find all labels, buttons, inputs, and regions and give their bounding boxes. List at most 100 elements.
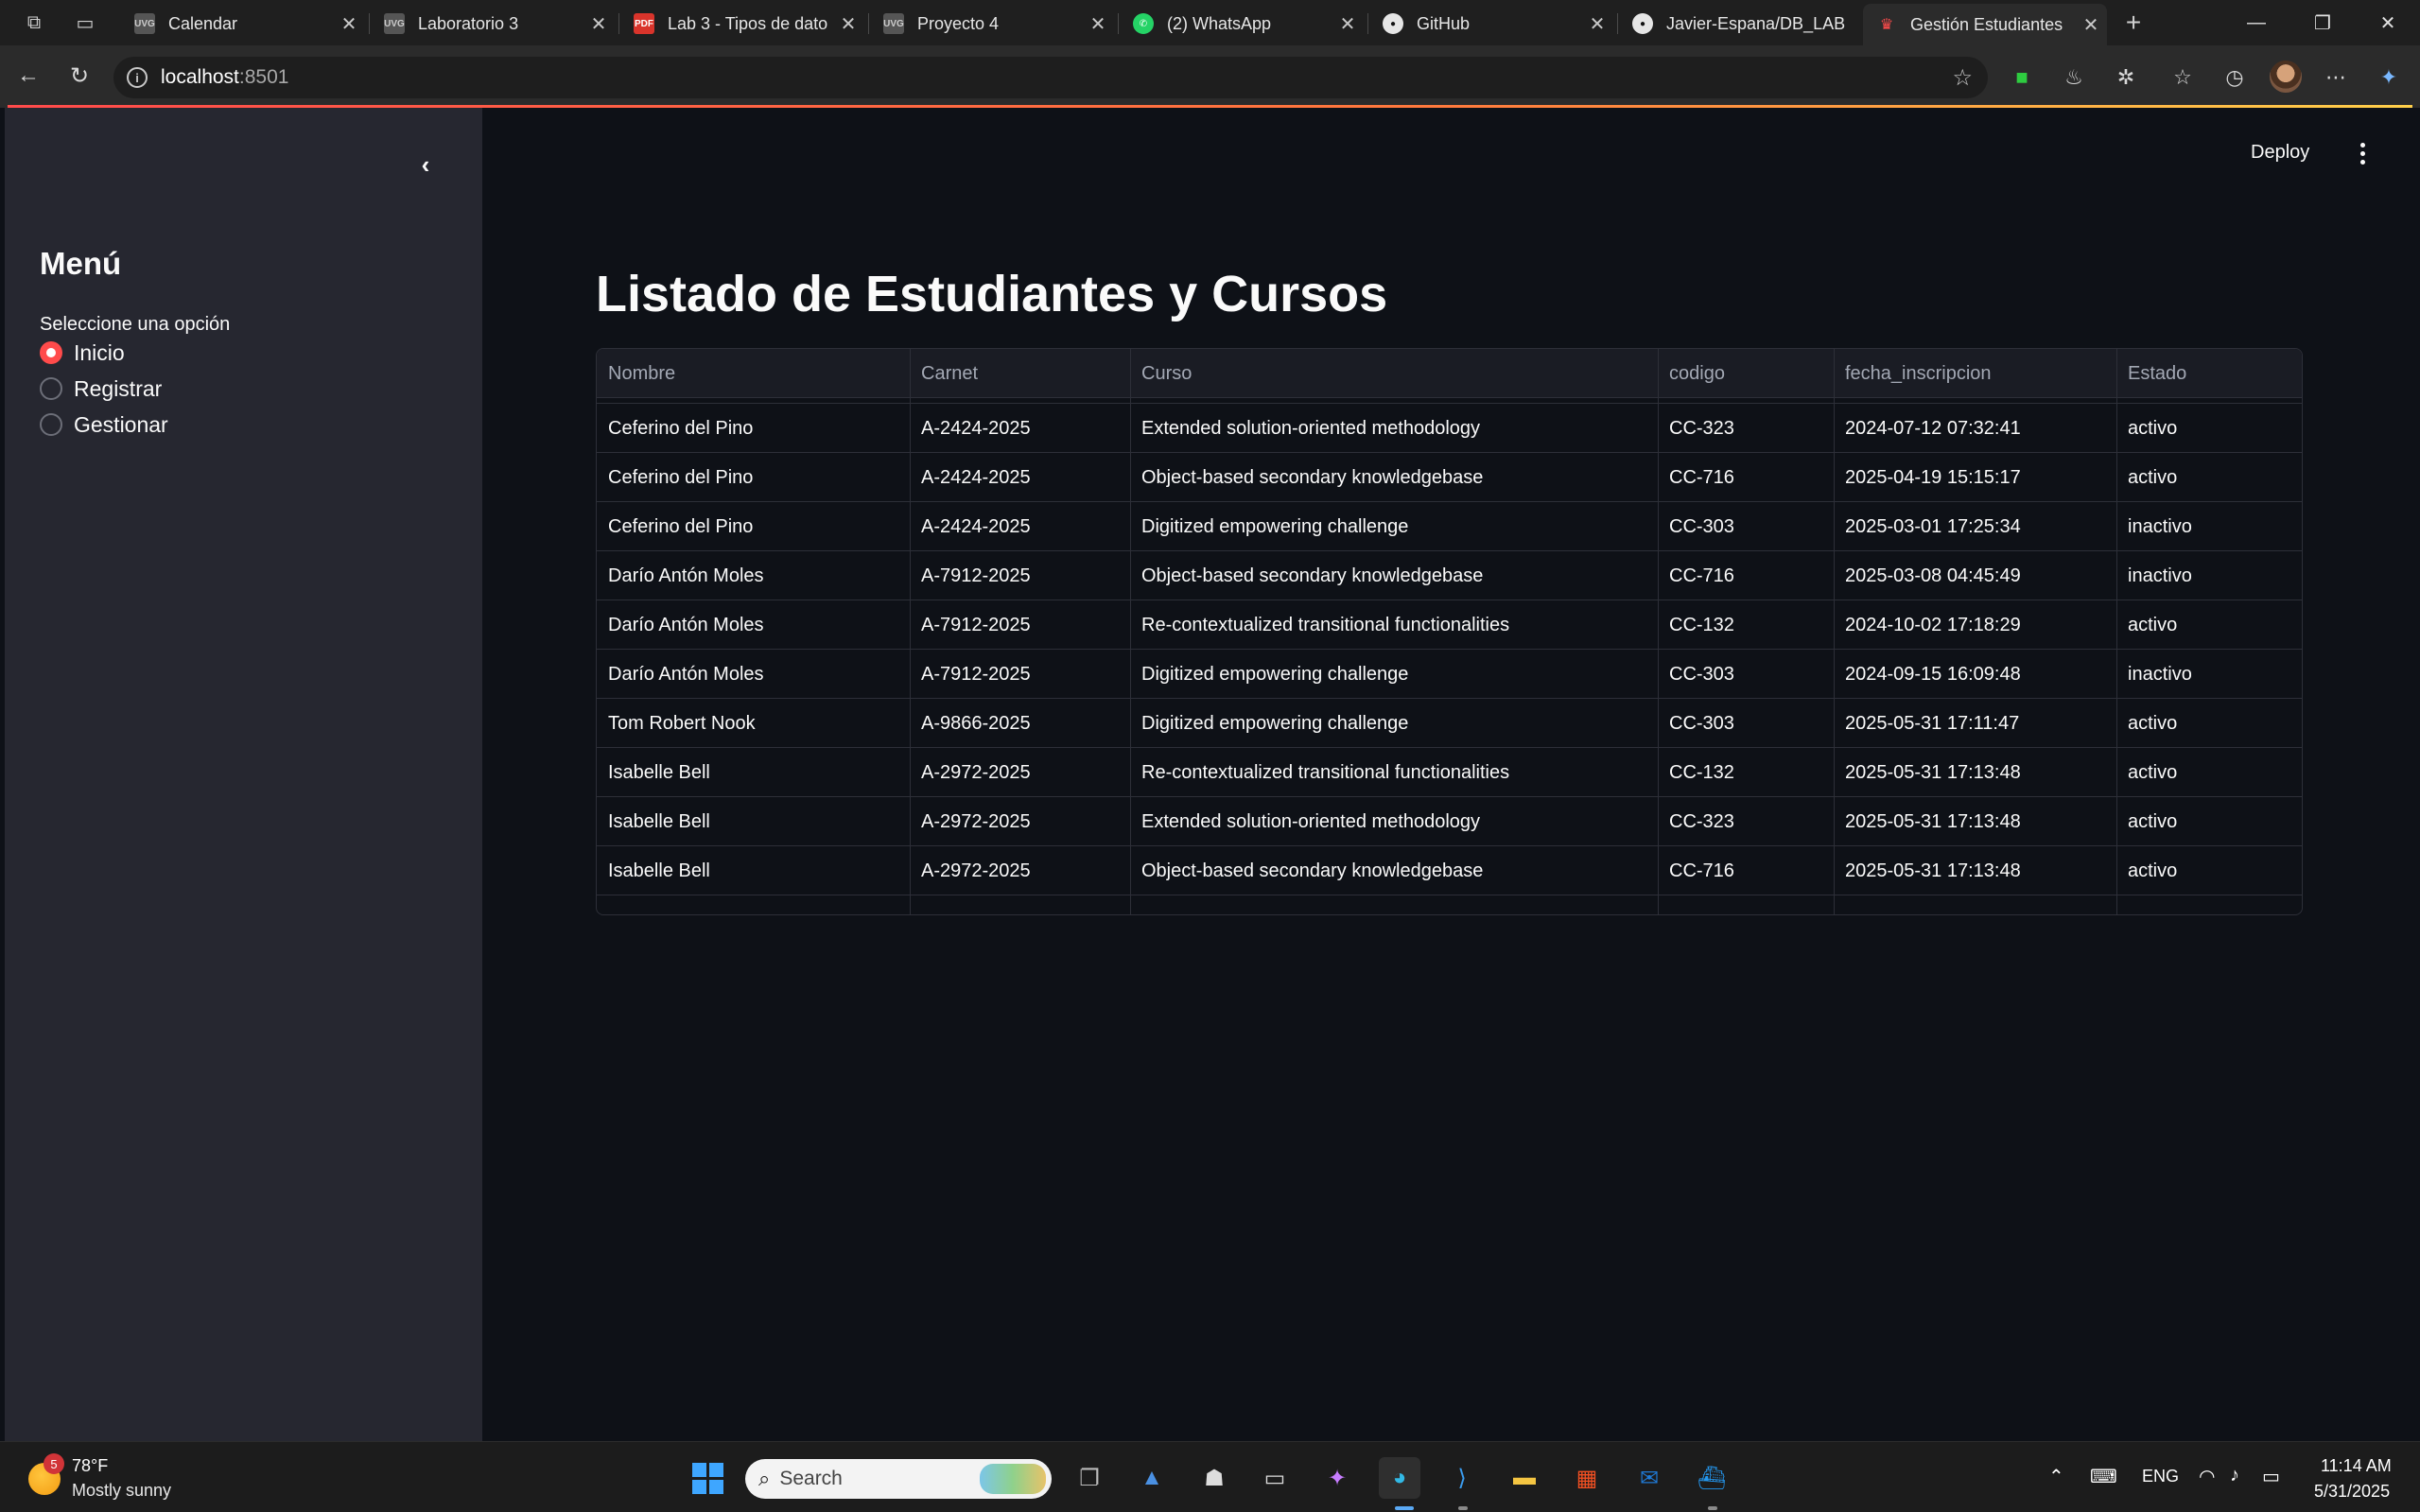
radio-option-gestionar[interactable]: Gestionar	[40, 408, 168, 441]
table-cell-estado[interactable]: activo	[2116, 404, 2302, 453]
table-cell-nombre[interactable]: Ceferino del Pino	[597, 453, 910, 502]
site-info-icon[interactable]: i	[127, 67, 148, 88]
column-header-curso[interactable]: Curso	[1130, 349, 1658, 398]
table-cell-carnet[interactable]: A-9866-2025	[910, 699, 1130, 748]
table-row[interactable]: Ceferino del Pino A-2424-2025 Extended sol…	[597, 404, 2302, 453]
table-cell-curso[interactable]: Re-contextualized transitional functiona…	[1130, 600, 1658, 650]
refresh-icon[interactable]: ↻	[61, 59, 98, 93]
profile-avatar[interactable]	[2270, 61, 2302, 93]
table-cell-codigo[interactable]: CC-716	[1658, 453, 1834, 502]
table-cell-fecha-inscripcion[interactable]: 2025-03-01 17:25:34	[1834, 502, 2116, 551]
table-cell-codigo[interactable]: CC-716	[1658, 551, 1834, 600]
radio-unselected-icon[interactable]	[40, 377, 62, 400]
deploy-button[interactable]: Deploy	[2251, 142, 2309, 164]
copilot-app-icon[interactable]: ✦	[1316, 1457, 1358, 1499]
table-cell-fecha-inscripcion[interactable]: 2025-03-08 04:45:49	[1834, 551, 2116, 600]
table-cell-nombre[interactable]: Darío Antón Moles	[597, 600, 910, 650]
taskbar-search[interactable]: ⌕ Search	[745, 1459, 1052, 1499]
table-row[interactable]: Ceferino del Pino A-2424-2025 Object-based…	[597, 453, 2302, 502]
clock-date[interactable]: 5/31/2025	[2314, 1482, 2390, 1502]
language-indicator[interactable]: ENG	[2142, 1467, 2179, 1486]
copilot-icon[interactable]: ✦	[2372, 61, 2406, 95]
vscode-icon[interactable]: ⟩	[1441, 1457, 1483, 1499]
browser-tab[interactable]: UVG Laboratorio 3 ✕	[371, 6, 615, 42]
table-cell-curso[interactable]: Digitized empowering challenge	[1130, 650, 1658, 699]
table-cell-codigo[interactable]: CC-323	[1658, 797, 1834, 846]
table-cell-curso[interactable]: Object-based secondary knowledgebase	[1130, 551, 1658, 600]
table-cell-curso[interactable]: Digitized empowering challenge	[1130, 699, 1658, 748]
more-options-icon[interactable]: ⋯	[2319, 61, 2353, 95]
close-tab-icon[interactable]: ✕	[583, 12, 615, 36]
restore-icon[interactable]: ❐	[2290, 0, 2355, 45]
table-cell-curso[interactable]: Re-contextualized transitional functiona…	[1130, 748, 1658, 797]
table-cell-fecha-inscripcion[interactable]: 2024-07-12 07:32:41	[1834, 404, 2116, 453]
table-cell-carnet[interactable]: A-7912-2025	[910, 551, 1130, 600]
table-row[interactable]: Isabelle Bell A-2972-2025 Extended solutio…	[597, 797, 2302, 846]
main-menu-icon[interactable]	[2351, 136, 2374, 170]
data-table[interactable]: Nombre Carnet Curso codigo fecha_inscripcion…	[596, 348, 2303, 915]
table-cell-carnet[interactable]: A-2972-2025	[910, 748, 1130, 797]
keyboard-icon[interactable]: ⌨	[2090, 1465, 2117, 1488]
close-tab-icon[interactable]: ✕	[333, 12, 365, 36]
favorite-star-icon[interactable]: ☆	[1952, 64, 1973, 92]
column-header-fecha-inscripcion[interactable]: fecha_inscripcion	[1834, 349, 2116, 398]
radio-option-inicio[interactable]: Inicio	[40, 337, 125, 369]
minimize-icon[interactable]: —	[2224, 0, 2289, 45]
photos-icon[interactable]: ▲	[1131, 1457, 1173, 1499]
close-tab-icon[interactable]: ✕	[1082, 12, 1114, 36]
table-cell-estado[interactable]: activo	[2116, 600, 2302, 650]
table-cell-nombre[interactable]: Isabelle Bell	[597, 748, 910, 797]
table-cell-carnet[interactable]: A-7912-2025	[910, 650, 1130, 699]
outlook-icon[interactable]: ✉	[1628, 1457, 1670, 1499]
radio-unselected-icon[interactable]	[40, 413, 62, 436]
table-cell-carnet[interactable]: A-7912-2025	[910, 600, 1130, 650]
address-bar[interactable]: i localhost:8501 ☆	[113, 57, 1988, 98]
history-icon[interactable]: ◷	[2218, 61, 2252, 95]
close-tab-icon[interactable]: ✕	[2075, 13, 2107, 37]
table-cell-curso[interactable]: Extended solution-oriented methodology	[1130, 404, 1658, 453]
table-cell-carnet[interactable]: A-2424-2025	[910, 404, 1130, 453]
table-cell-fecha-inscripcion[interactable]: 2025-05-31 17:13:48	[1834, 797, 2116, 846]
weather-temperature[interactable]: 78°F	[72, 1456, 108, 1476]
radio-selected-icon[interactable]	[40, 341, 62, 364]
table-cell-estado[interactable]: activo	[2116, 748, 2302, 797]
table-cell-nombre[interactable]: Ceferino del Pino	[597, 502, 910, 551]
show-hidden-icons-icon[interactable]: ⌃	[2048, 1465, 2064, 1488]
close-tab-icon[interactable]: ✕	[1581, 12, 1613, 36]
table-cell-codigo[interactable]: CC-132	[1658, 748, 1834, 797]
table-cell-carnet[interactable]: A-2424-2025	[910, 502, 1130, 551]
column-header-carnet[interactable]: Carnet	[910, 349, 1130, 398]
table-row[interactable]: Tom Robert Nook A-9866-2025 Digitized empo…	[597, 699, 2302, 748]
table-row[interactable]: Isabelle Bell A-2972-2025 Re-contextualize…	[597, 748, 2302, 797]
table-cell-estado[interactable]: activo	[2116, 453, 2302, 502]
table-row[interactable]: Isabelle Bell A-2972-2025 Object-based sec…	[597, 846, 2302, 895]
microsoft-store-icon[interactable]: ▦	[1566, 1457, 1608, 1499]
weather-description[interactable]: Mostly sunny	[72, 1481, 171, 1501]
file-explorer-icon[interactable]: ▬	[1504, 1457, 1545, 1499]
table-cell-carnet[interactable]: A-2424-2025	[910, 453, 1130, 502]
table-cell-estado[interactable]: inactivo	[2116, 650, 2302, 699]
table-cell-curso[interactable]: Extended solution-oriented methodology	[1130, 797, 1658, 846]
start-windows-icon[interactable]	[687, 1457, 728, 1499]
table-row[interactable]: Darío Antón Moles A-7912-2025 Object-based…	[597, 551, 2302, 600]
table-cell-codigo[interactable]: CC-132	[1658, 600, 1834, 650]
table-cell-nombre[interactable]: Darío Antón Moles	[597, 650, 910, 699]
table-cell-estado[interactable]: inactivo	[2116, 502, 2302, 551]
task-view-icon[interactable]: ❐	[1069, 1457, 1110, 1499]
collapse-sidebar-icon[interactable]: ‹	[407, 146, 444, 183]
table-cell-nombre[interactable]: Ceferino del Pino	[597, 404, 910, 453]
alienware-icon[interactable]: ☗	[1193, 1457, 1235, 1499]
table-cell-codigo[interactable]: CC-716	[1658, 846, 1834, 895]
browser-tab[interactable]: UVG Proyecto 4 ✕	[870, 6, 1114, 42]
table-cell-nombre[interactable]: Darío Antón Moles	[597, 551, 910, 600]
table-cell-curso[interactable]: Object-based secondary knowledgebase	[1130, 846, 1658, 895]
table-cell-fecha-inscripcion[interactable]: 2025-05-31 17:11:47	[1834, 699, 2116, 748]
terminal-icon[interactable]: ▭	[1254, 1457, 1296, 1499]
tab-actions-icon[interactable]: ▭	[68, 8, 102, 38]
table-cell-estado[interactable]: activo	[2116, 846, 2302, 895]
table-cell-fecha-inscripcion[interactable]: 2025-05-31 17:13:48	[1834, 748, 2116, 797]
table-cell-curso[interactable]: Object-based secondary knowledgebase	[1130, 453, 1658, 502]
table-cell-codigo[interactable]: CC-303	[1658, 699, 1834, 748]
table-row[interactable]: Darío Antón Moles A-7912-2025 Re-contextua…	[597, 600, 2302, 650]
edge-browser-icon[interactable]: ◕	[1379, 1457, 1420, 1499]
